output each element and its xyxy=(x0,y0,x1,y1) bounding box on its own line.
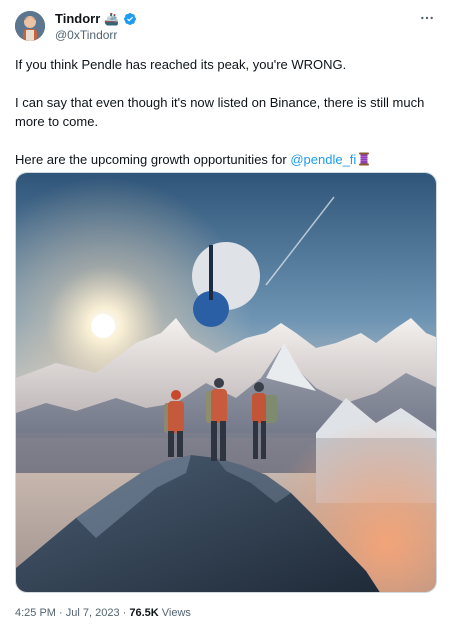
avatar[interactable] xyxy=(15,11,45,41)
mention-link[interactable]: @pendle_fi xyxy=(290,152,356,167)
meta-separator: · xyxy=(55,607,66,619)
tweet-paragraph-3: Here are the upcoming growth opportuniti… xyxy=(15,150,435,169)
avatar-image xyxy=(15,11,45,41)
verified-badge-icon xyxy=(123,12,137,26)
tweet-paragraph-3-text: Here are the upcoming growth opportuniti… xyxy=(15,152,291,167)
author-handle[interactable]: @0xTindorr xyxy=(55,28,117,42)
more-horizontal-icon[interactable] xyxy=(417,8,437,28)
thread-spool-emoji xyxy=(358,152,370,166)
ship-emoji: 🚢 xyxy=(104,12,120,26)
tweet: Tindorr 🚢 @0xTindorr If you think Pendle… xyxy=(0,0,450,631)
meta-separator: · xyxy=(119,607,130,619)
tweet-paragraph-2: I can say that even though it's now list… xyxy=(15,95,425,129)
tweet-paragraph-1: If you think Pendle has reached its peak… xyxy=(15,57,347,72)
tweet-date[interactable]: Jul 7, 2023 xyxy=(66,607,120,619)
tweet-time[interactable]: 4:25 PM xyxy=(15,607,56,619)
views-label: Views xyxy=(158,607,191,619)
author-row: Tindorr 🚢 xyxy=(55,11,137,27)
tweet-image[interactable] xyxy=(15,172,437,593)
views-count[interactable]: 76.5K xyxy=(129,607,158,619)
mountain-climbers-image xyxy=(16,173,436,592)
tweet-text: If you think Pendle has reached its peak… xyxy=(15,55,435,169)
tweet-meta: 4:25 PM · Jul 7, 2023 · 76.5K Views xyxy=(15,606,191,620)
author-name[interactable]: Tindorr xyxy=(55,11,100,27)
